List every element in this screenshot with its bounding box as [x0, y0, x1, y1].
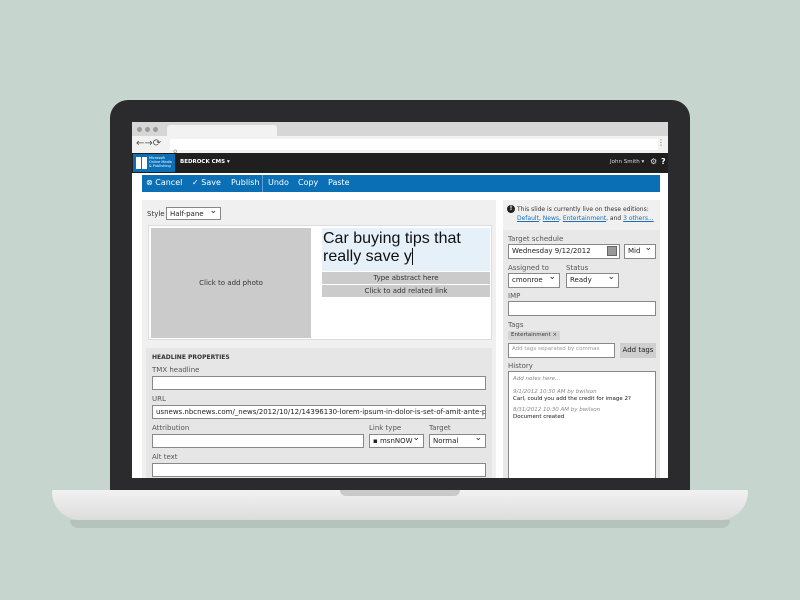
status-label: Status [566, 264, 589, 272]
time-select[interactable]: Mid [624, 244, 656, 259]
others-link[interactable]: 3 others... [623, 215, 654, 222]
status-select[interactable]: Ready [566, 273, 619, 288]
copy-button[interactable]: Copy [298, 178, 318, 187]
laptop-notch [340, 490, 460, 496]
url-input[interactable]: usnews.nbcnews.com/_news/2012/10/12/1439… [152, 405, 486, 419]
assigned-select[interactable]: cmonroe [508, 273, 560, 288]
related-link-button[interactable]: Click to add related link [322, 285, 490, 297]
cancel-icon: ⊗ [146, 178, 153, 187]
headline-input[interactable]: Car buying tips that really save y [322, 228, 490, 271]
save-label: Save [201, 178, 221, 187]
edition-link[interactable]: Entertainment [563, 215, 606, 222]
window-dot[interactable] [145, 127, 150, 132]
headline-properties: HEADLINE PROPERTIES TMX headline URL usn… [146, 348, 492, 478]
abstract-input[interactable]: Type abstract here [322, 272, 490, 284]
history-text: Document created [513, 414, 565, 420]
screen: ←→⟳ ⚲ ⋮ Microsoft Online Media & Publish… [132, 122, 668, 478]
tag-text: Entertainment [511, 332, 551, 338]
address-input[interactable]: ⚲ [170, 139, 658, 156]
tmx-label: TMX headline [152, 366, 200, 374]
history-meta: 9/1/2012 10:30 AM by bwilson [513, 389, 597, 395]
alt-text-input[interactable] [152, 463, 486, 477]
paste-button[interactable]: Paste [328, 178, 350, 187]
toolbar: ⊗ Cancel ✓ Save Publish Undo Copy Paste [142, 175, 660, 192]
attribution-input[interactable] [152, 434, 364, 448]
style-select[interactable]: Half-pane [166, 207, 221, 220]
save-button[interactable]: ✓ Save [192, 178, 221, 187]
nav-arrows-icon[interactable]: ←→⟳ [136, 138, 161, 149]
history-text: Carl, could you add the credit for image… [513, 396, 631, 402]
side-panel: ! This slide is currently live on these … [503, 200, 660, 478]
assigned-value: cmonroe [512, 276, 543, 284]
live-notice: ! This slide is currently live on these … [507, 205, 657, 223]
help-icon[interactable]: ? [661, 157, 666, 166]
history-meta: 8/31/2012 10:30 AM by bwilson [513, 407, 601, 413]
imp-label: IMP [508, 292, 521, 300]
style-label: Style [147, 210, 165, 218]
headline-text: Car buying tips that really save y [323, 230, 461, 265]
window-dot[interactable] [153, 127, 158, 132]
undo-button[interactable]: Undo [268, 178, 289, 187]
target-value: Normal [433, 437, 459, 445]
properties-section: Target schedule Wednesday 9/12/2012 Mid … [503, 230, 660, 478]
url-label: URL [152, 395, 166, 403]
address-bar-row: ←→⟳ ⚲ ⋮ [132, 136, 668, 156]
slide-preview: Click to add photo Car buying tips that … [148, 225, 492, 340]
tags-label: Tags [508, 321, 524, 329]
tags-input[interactable]: Add tags separated by commas [508, 343, 615, 358]
user-menu[interactable]: John Smith ▾ [610, 159, 644, 165]
divider [262, 175, 263, 192]
comment-icon: ▪ [373, 437, 378, 445]
browser-tab[interactable] [167, 125, 277, 136]
section-title: HEADLINE PROPERTIES [152, 354, 230, 361]
target-label: Target [429, 424, 451, 432]
check-icon: ✓ [192, 178, 199, 187]
history-label: History [508, 362, 533, 370]
schedule-label: Target schedule [508, 235, 564, 243]
cancel-button[interactable]: ⊗ Cancel [146, 178, 182, 187]
tag-chip: Entertainment × [508, 331, 561, 340]
window-dot[interactable] [137, 127, 142, 132]
alt-text-label: Alt text [152, 453, 178, 461]
text-cursor [411, 248, 413, 265]
cancel-label: Cancel [155, 178, 183, 187]
remove-tag-icon[interactable]: × [552, 332, 557, 338]
imp-input[interactable] [508, 301, 656, 316]
editor-panel: Style Half-pane Click to add photo Car b… [142, 200, 496, 478]
and-text: , and [606, 215, 624, 222]
assigned-label: Assigned to [508, 264, 549, 272]
logo-text: Microsoft Online Media & Publishing [149, 156, 172, 168]
attribution-label: Attribution [152, 424, 190, 432]
add-tags-button[interactable]: Add tags [620, 343, 656, 358]
kebab-icon[interactable]: ⋮ [657, 138, 665, 147]
logo[interactable]: Microsoft Online Media & Publishing [133, 154, 175, 172]
notes-input[interactable]: Add notes here... [513, 376, 651, 383]
target-select[interactable]: Normal [429, 434, 486, 448]
cms-header: Microsoft Online Media & Publishing BEDR… [132, 153, 668, 173]
status-value: Ready [570, 276, 592, 284]
edition-link[interactable]: Default [517, 215, 539, 222]
laptop-shadow [70, 520, 730, 528]
link-type-select[interactable]: ▪ msnNOW [369, 434, 424, 448]
windows-logo-icon [136, 157, 147, 169]
live-notice-text: This slide is currently live on these ed… [517, 206, 649, 213]
history-box[interactable]: Add notes here... 9/1/2012 10:30 AM by b… [508, 371, 656, 478]
app-name-menu[interactable]: BEDROCK CMS ▾ [180, 159, 230, 165]
time-value: Mid [628, 247, 641, 255]
add-photo-area[interactable]: Click to add photo [151, 228, 311, 338]
alert-icon: ! [507, 205, 515, 213]
date-input[interactable]: Wednesday 9/12/2012 [508, 244, 620, 259]
style-value: Half-pane [170, 210, 204, 218]
photo-placeholder: Click to add photo [199, 279, 263, 287]
date-value: Wednesday 9/12/2012 [512, 247, 591, 255]
calendar-icon[interactable] [607, 246, 617, 256]
tmx-input[interactable] [152, 376, 486, 390]
link-type-value: msnNOW [379, 437, 413, 445]
edition-link[interactable]: News [543, 215, 559, 222]
publish-button[interactable]: Publish [231, 178, 260, 187]
browser-tabbar [132, 122, 668, 136]
link-type-label: Link type [369, 424, 402, 432]
gear-icon[interactable]: ⚙ [650, 157, 657, 166]
